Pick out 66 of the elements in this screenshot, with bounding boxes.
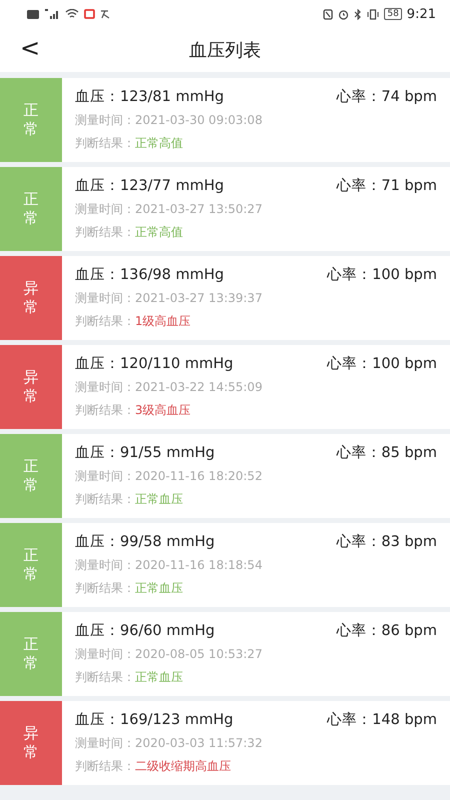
result-text: 正常高值 <box>135 135 183 152</box>
blood-pressure-text: 血压：136/98 mmHg <box>75 266 224 284</box>
status-tag: 正常 <box>0 78 62 162</box>
measure-time-text: 测量时间：2020-03-03 11:57:32 <box>75 735 262 752</box>
blood-pressure-text: 血压：99/58 mmHg <box>75 533 215 551</box>
measure-time-text: 测量时间：2021-03-30 09:03:08 <box>75 112 262 129</box>
blood-pressure-text: 血压：120/110 mmHg <box>75 355 234 373</box>
heart-rate-text: 心率：74 bpm <box>336 88 437 106</box>
result-label: 判断结果： <box>75 758 135 775</box>
wifi-icon <box>65 9 79 19</box>
measure-time-text: 测量时间：2021-03-27 13:39:37 <box>75 290 262 307</box>
result-text: 正常高值 <box>135 224 183 241</box>
result-text: 1级高血压 <box>135 313 191 330</box>
heart-rate-text: 心率：86 bpm <box>336 622 437 640</box>
result-text: 正常血压 <box>135 580 183 597</box>
record-card[interactable]: 血压：123/77 mmHg 心率：71 bpm 测量时间：2021-03-27 13:50:27 判断结果：正常高值 <box>62 167 450 251</box>
blood-pressure-text: 血压：123/81 mmHg <box>75 88 224 106</box>
result-label: 判断结果： <box>75 491 135 508</box>
alarm-icon <box>338 8 350 20</box>
heart-rate-text: 心率：85 bpm <box>336 444 437 462</box>
record-card[interactable]: 血压：123/81 mmHg 心率：74 bpm 测量时间：2021-03-30 09:03:08 判断结果：正常高值 <box>62 78 450 162</box>
blood-pressure-text: 血压：91/55 mmHg <box>75 444 215 462</box>
heart-rate-text: 心率：100 bpm <box>327 266 437 284</box>
record-card[interactable]: 血压：120/110 mmHg 心率：100 bpm 测量时间：2021-03-22 14:55:09 判断结果：3级高血压 <box>62 345 450 429</box>
record-card[interactable]: 血压：91/55 mmHg 心率：85 bpm 测量时间：2020-11-16 18:20:52 判断结果：正常血压 <box>62 434 450 518</box>
result-text: 正常血压 <box>135 491 183 508</box>
signal-icon <box>44 9 60 19</box>
status-tag: 正常 <box>0 434 62 518</box>
record-card[interactable]: 血压：96/60 mmHg 心率：86 bpm 测量时间：2020-08-05 10:53:27 判断结果：正常血压 <box>62 612 450 696</box>
result-label: 判断结果： <box>75 669 135 686</box>
heart-rate-text: 心率：83 bpm <box>336 532 437 551</box>
record-card[interactable]: 血压：136/98 mmHg 心率：100 bpm 测量时间：2021-03-27 13:39:37 判断结果：1级高血压 <box>62 256 450 340</box>
blood-pressure-text: 血压：96/60 mmHg <box>75 622 215 640</box>
bluetooth-icon <box>354 8 362 20</box>
result-text: 3级高血压 <box>135 402 191 419</box>
heart-rate-text: 心率：71 bpm <box>336 176 437 195</box>
notification-icon <box>84 9 95 19</box>
status-tag: 异常 <box>0 701 62 785</box>
heart-rate-text: 心率：100 bpm <box>327 354 437 373</box>
status-tag: 正常 <box>0 523 62 607</box>
record-card[interactable]: 血压：169/123 mmHg 心率：148 bpm 测量时间：2020-03-03 11:57:32 判断结果：二级收缩期高血压 <box>62 701 450 785</box>
result-label: 判断结果： <box>75 402 135 419</box>
status-tag: 正常 <box>0 167 62 251</box>
page-title: 血压列表 <box>189 39 261 62</box>
result-label: 判断结果： <box>75 313 135 330</box>
measure-time-text: 测量时间：2021-03-22 14:55:09 <box>75 379 262 396</box>
measure-time-text: 测量时间：2020-11-16 18:20:52 <box>75 468 262 485</box>
blood-pressure-text: 血压：123/77 mmHg <box>75 177 224 195</box>
back-button[interactable]: < <box>14 34 46 62</box>
measure-time-text: 测量时间：2020-08-05 10:53:27 <box>75 646 262 663</box>
result-text: 二级收缩期高血压 <box>135 758 231 775</box>
record-card[interactable]: 血压：99/58 mmHg 心率：83 bpm 测量时间：2020-11-16 18:18:54 判断结果：正常血压 <box>62 523 450 607</box>
clock-time: 9:21 <box>406 6 436 22</box>
status-tag: 异常 <box>0 256 62 340</box>
blood-pressure-text: 血压：169/123 mmHg <box>75 711 234 729</box>
measure-time-text: 测量时间：2021-03-27 13:50:27 <box>75 201 262 218</box>
heart-rate-text: 心率：148 bpm <box>327 710 437 729</box>
status-tag: 异常 <box>0 345 62 429</box>
status-tag: 正常 <box>0 612 62 696</box>
result-label: 判断结果： <box>75 135 135 152</box>
battery-level: 58 <box>384 8 402 20</box>
measure-time-text: 测量时间：2020-11-16 18:18:54 <box>75 557 262 574</box>
result-label: 判断结果： <box>75 224 135 241</box>
vibrate-icon <box>367 8 380 20</box>
result-text: 正常血压 <box>135 669 183 686</box>
result-label: 判断结果： <box>75 580 135 597</box>
